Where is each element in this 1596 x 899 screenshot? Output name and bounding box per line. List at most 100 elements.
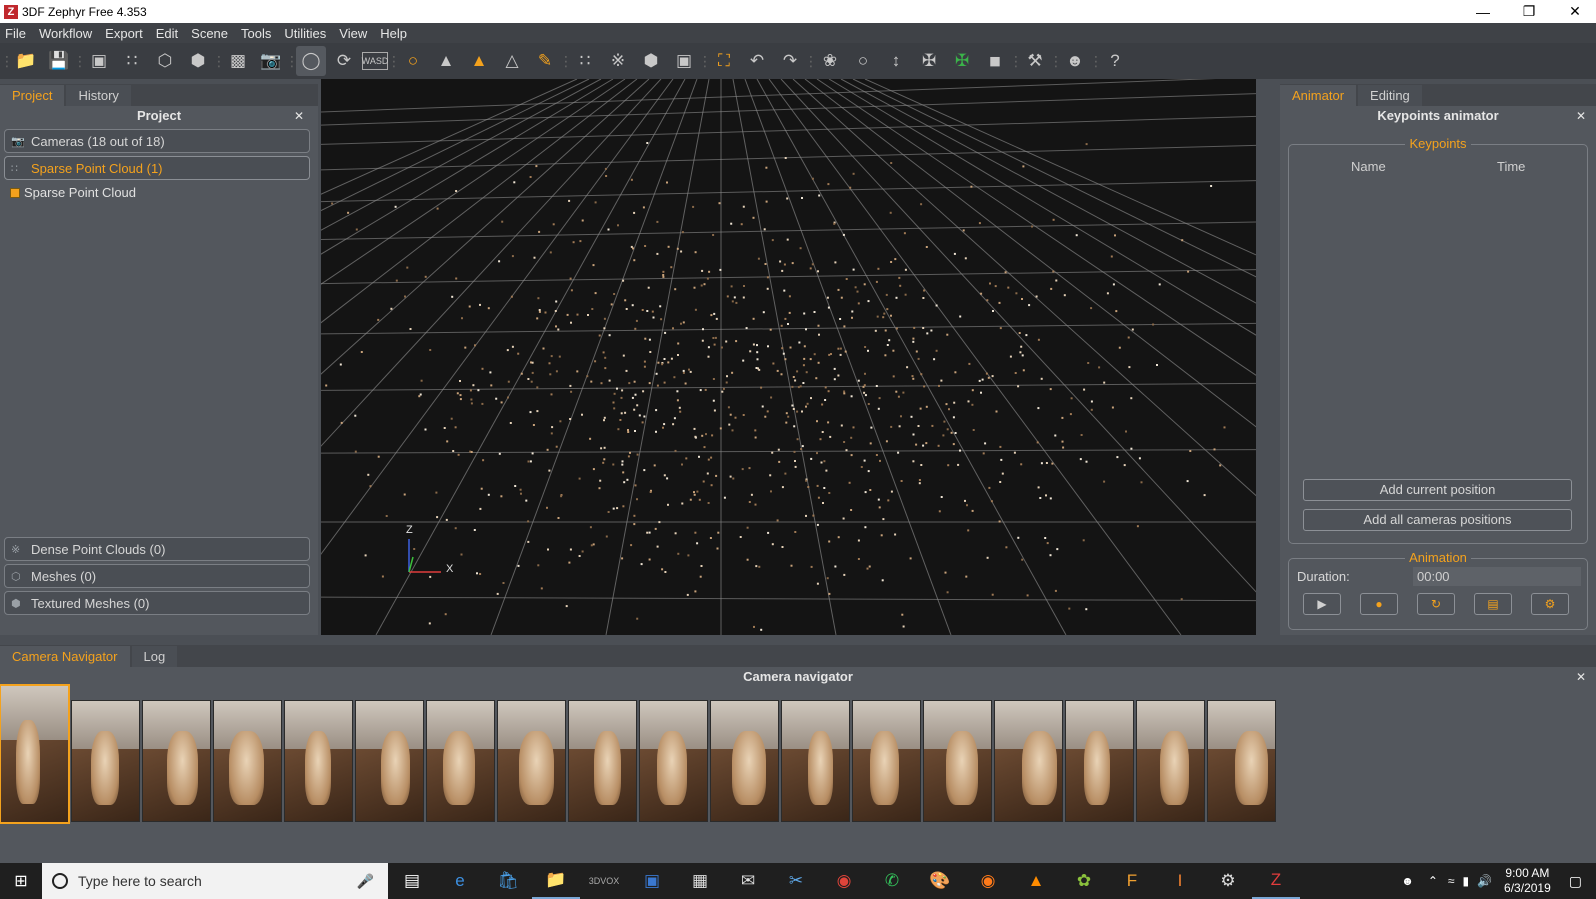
open-project-icon[interactable]: 📁 xyxy=(11,46,41,76)
dense-point-clouds-group[interactable]: ※ Dense Point Clouds (0) xyxy=(4,537,310,561)
battery-icon[interactable]: ▮ xyxy=(1462,874,1469,888)
task-view-icon[interactable]: ▤ xyxy=(388,863,436,899)
camera-thumbnail[interactable] xyxy=(568,700,637,822)
whatsapp-icon[interactable]: ✆ xyxy=(868,863,916,899)
camera-thumbnail[interactable] xyxy=(71,700,140,822)
camera-thumbnail[interactable] xyxy=(852,700,921,822)
sparse-point-cloud-group[interactable]: ∷ Sparse Point Cloud (1) xyxy=(4,156,310,180)
notification-icon[interactable]: ▢ xyxy=(1569,873,1582,890)
close-icon[interactable]: ✕ xyxy=(1552,0,1596,23)
snipping-tool-icon[interactable]: ✂ xyxy=(772,863,820,899)
paint-icon[interactable]: 🎨 xyxy=(916,863,964,899)
play-button[interactable]: ▶ xyxy=(1303,593,1341,615)
record-button[interactable]: ● xyxy=(1360,593,1398,615)
menu-view[interactable]: View xyxy=(334,26,375,41)
camera-thumbnail[interactable] xyxy=(781,700,850,822)
sparse-points-icon[interactable]: ∷ xyxy=(570,46,600,76)
people-icon[interactable]: ☻ xyxy=(1401,874,1414,888)
camera-thumbnail[interactable] xyxy=(1136,700,1205,822)
mesh-view-icon[interactable]: ⬡ xyxy=(150,46,180,76)
microphone-icon[interactable]: 🎤 xyxy=(357,873,374,890)
solid-cube-icon[interactable]: ▩ xyxy=(223,46,253,76)
chrome-icon[interactable]: ◉ xyxy=(820,863,868,899)
close-icon[interactable]: ✕ xyxy=(294,106,304,126)
menu-workflow[interactable]: Workflow xyxy=(34,26,100,41)
keypoints-col-time[interactable]: Time xyxy=(1497,159,1525,174)
textured-cube-icon[interactable]: ▣ xyxy=(669,46,699,76)
screenshot-camera-icon[interactable]: 📷 xyxy=(256,46,286,76)
redo-icon[interactable]: ↷ xyxy=(775,46,805,76)
wasd-navigation-icon[interactable]: WASD xyxy=(362,52,388,70)
3dvox-app-icon[interactable]: 3DVOX xyxy=(580,863,628,899)
help-icon[interactable]: ? xyxy=(1100,46,1130,76)
triangle-icon[interactable]: ▲ xyxy=(431,46,461,76)
duration-input[interactable]: 00:00 xyxy=(1413,567,1581,586)
taskbar-clock[interactable]: 9:00 AM 6/3/2019 xyxy=(1504,866,1551,896)
zephyr-app-icon[interactable]: Z xyxy=(1252,863,1300,899)
camera-thumbnail[interactable] xyxy=(497,700,566,822)
camera-thumbnail[interactable] xyxy=(355,700,424,822)
menu-scene[interactable]: Scene xyxy=(186,26,236,41)
file-explorer-icon[interactable]: 📁 xyxy=(532,863,580,899)
settings-button[interactable]: ⚙ xyxy=(1531,593,1569,615)
menu-utilities[interactable]: Utilities xyxy=(279,26,334,41)
restore-icon[interactable]: ❐ xyxy=(1506,0,1552,23)
calculator-icon[interactable]: ▦ xyxy=(676,863,724,899)
cameras-group[interactable]: 📷 Cameras (18 out of 18) xyxy=(4,129,310,153)
camera-thumbnail[interactable] xyxy=(639,700,708,822)
menu-export[interactable]: Export xyxy=(100,26,151,41)
circle-select-icon[interactable]: ○ xyxy=(848,46,878,76)
select-cameras-icon[interactable]: ▣ xyxy=(84,46,114,76)
gizmo-icon[interactable]: ✠ xyxy=(914,46,944,76)
save-animation-button[interactable]: ▤ xyxy=(1474,593,1512,615)
tab-project[interactable]: Project xyxy=(0,85,65,106)
i-app-icon[interactable]: I xyxy=(1156,863,1204,899)
brush-icon[interactable]: ✎ xyxy=(530,46,560,76)
network-icon[interactable]: ≈ xyxy=(1448,874,1455,888)
ruler-icon[interactable]: ◾ xyxy=(980,46,1010,76)
store-icon[interactable]: 🛍 xyxy=(484,863,532,899)
tab-camera-navigator[interactable]: Camera Navigator xyxy=(0,646,130,667)
bounding-box-icon[interactable]: ⛶ xyxy=(709,46,739,76)
meshes-group[interactable]: ⬡ Meshes (0) xyxy=(4,564,310,588)
close-icon[interactable]: ✕ xyxy=(1576,106,1586,126)
save-project-icon[interactable]: 💾 xyxy=(44,46,74,76)
edge-browser-icon[interactable]: e xyxy=(436,863,484,899)
menu-help[interactable]: Help xyxy=(375,26,415,41)
3d-viewport[interactable]: Z X xyxy=(321,79,1256,635)
minimize-icon[interactable]: — xyxy=(1460,0,1506,23)
vlc-icon[interactable]: ▲ xyxy=(1012,863,1060,899)
camera-thumbnail[interactable] xyxy=(142,700,211,822)
textured-mesh-view-icon[interactable]: ⬢ xyxy=(183,46,213,76)
wireframe-triangle-icon[interactable]: △ xyxy=(497,46,527,76)
windows-start-icon[interactable]: ⊞ xyxy=(0,863,42,899)
point-cloud-icon[interactable]: ∷ xyxy=(117,46,147,76)
camera-thumbnail[interactable] xyxy=(284,700,353,822)
transform-axes-icon[interactable]: ✠ xyxy=(947,46,977,76)
viewport-canvas[interactable] xyxy=(321,79,1256,635)
visibility-checkbox[interactable] xyxy=(10,187,20,198)
menu-tools[interactable]: Tools xyxy=(236,26,279,41)
volume-icon[interactable]: 🔊 xyxy=(1477,874,1492,888)
add-current-position-button[interactable]: Add current position xyxy=(1303,479,1572,501)
textured-meshes-group[interactable]: ⬢ Textured Meshes (0) xyxy=(4,591,310,615)
tab-animator[interactable]: Animator xyxy=(1280,85,1357,106)
leaf-app-icon[interactable]: ✿ xyxy=(1060,863,1108,899)
chevron-up-icon[interactable]: ⌃ xyxy=(1428,874,1438,888)
add-all-cameras-positions-button[interactable]: Add all cameras positions xyxy=(1303,509,1572,531)
camera-thumbnail[interactable] xyxy=(1207,700,1276,822)
tab-editing[interactable]: Editing xyxy=(1358,85,1422,106)
camera-thumbnail[interactable] xyxy=(710,700,779,822)
sparse-point-cloud-item[interactable]: Sparse Point Cloud xyxy=(10,185,318,200)
camera-thumbnail[interactable] xyxy=(1065,700,1134,822)
loop-button[interactable]: ↻ xyxy=(1417,593,1455,615)
keypoints-col-name[interactable]: Name xyxy=(1351,159,1386,174)
mask-icon[interactable]: ☻ xyxy=(1060,46,1090,76)
menu-file[interactable]: File xyxy=(0,26,34,41)
news-app-icon[interactable]: ▣ xyxy=(628,863,676,899)
shaded-triangle-icon[interactable]: ▲ xyxy=(464,46,494,76)
camera-thumbnail[interactable] xyxy=(213,700,282,822)
wrench-icon[interactable]: ⚒ xyxy=(1020,46,1050,76)
camera-thumbnail[interactable] xyxy=(994,700,1063,822)
pivot-navigation-icon[interactable]: ⟳ xyxy=(329,46,359,76)
